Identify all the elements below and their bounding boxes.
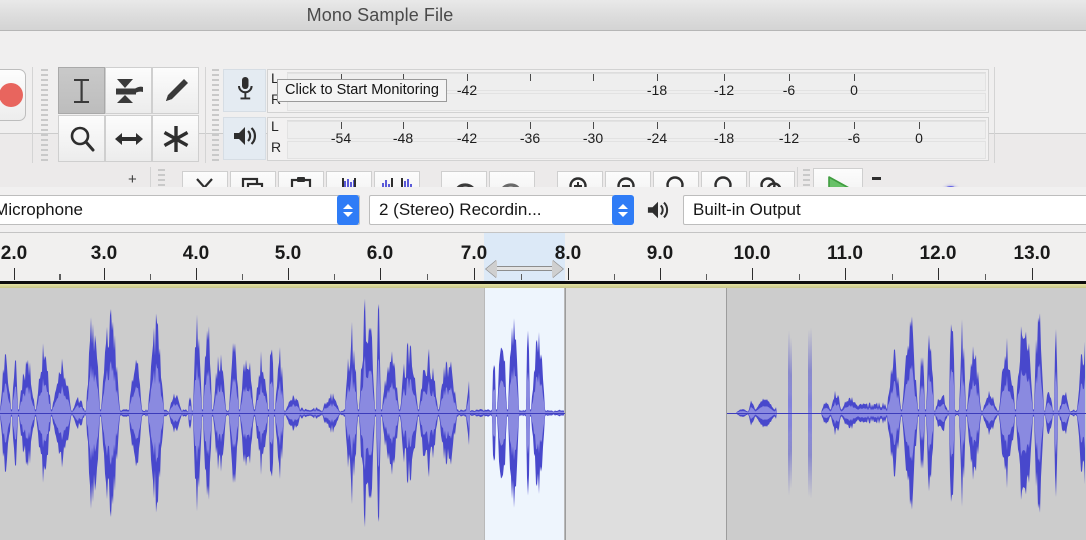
play-meter-right-bar — [287, 141, 986, 159]
monitor-hint-label[interactable]: Click to Start Monitoring — [277, 79, 447, 102]
play-meter-bars — [287, 120, 986, 158]
magnifier-icon — [67, 124, 97, 154]
timeline-major-tick — [196, 268, 197, 280]
chevron-down-icon — [618, 212, 628, 217]
timeline-minor-tick — [706, 274, 707, 280]
timeline-label: 12.0 — [920, 243, 957, 265]
timeline-label: 7.0 — [461, 243, 487, 265]
playback-device-combo[interactable]: Built-in Output — [683, 195, 1086, 225]
tools-toolbar — [58, 67, 200, 163]
playback-meter[interactable]: L R -54-48-42-36-30-24-18-12-60 — [267, 117, 989, 161]
timeline-label: 5.0 — [275, 243, 301, 265]
zoom-tool-button[interactable] — [58, 115, 105, 162]
timeline-major-tick — [660, 268, 661, 280]
timeline-label: 10.0 — [734, 243, 771, 265]
draw-tool-button[interactable] — [152, 67, 199, 114]
window-title: Mono Sample File — [0, 0, 760, 30]
chevron-down-icon — [343, 212, 353, 217]
play-meter-left-label: L — [271, 118, 279, 134]
left-right-arrow-icon — [113, 127, 145, 151]
timeline-major-tick — [474, 268, 475, 280]
timeline-minor-tick — [799, 274, 800, 280]
i-beam-icon — [69, 76, 95, 106]
timeline-label: 13.0 — [1014, 243, 1051, 265]
timeline-label: 9.0 — [647, 243, 673, 265]
asterisk-icon — [161, 124, 191, 154]
waveform-zero-line-left — [0, 413, 565, 414]
timeline-minor-tick — [892, 274, 893, 280]
timeline-minor-tick — [614, 274, 615, 280]
play-meter-channel-labels: L R — [271, 118, 285, 162]
timeline-minor-tick — [334, 274, 335, 280]
timeline-minor-tick — [150, 274, 151, 280]
timeline-major-tick — [14, 268, 15, 280]
timeline-ruler[interactable]: 2.0 3.0 4.0 5.0 6.0 7.0 8.0 9.0 10.0 11.0 12.0 13.0 — [0, 233, 1086, 288]
play-meter-left-bar — [287, 121, 986, 139]
timeline-label: 6.0 — [367, 243, 393, 265]
timeline-minor-tick — [242, 274, 243, 280]
play-meter-right-label: R — [271, 139, 281, 155]
dock-divider-1 — [32, 67, 33, 163]
timeline-major-tick — [845, 268, 846, 280]
recording-device-value: n Microphone — [0, 200, 83, 220]
playback-device-speaker-icon — [646, 199, 670, 221]
envelope-icon — [113, 76, 145, 106]
timeline-minor-tick — [427, 274, 428, 280]
waveform-zero-line-right — [727, 413, 1086, 414]
pencil-icon — [161, 76, 191, 106]
recording-channels-stepper[interactable] — [612, 195, 634, 225]
timeline-selection-band — [484, 233, 565, 285]
timeline-label: 8.0 — [555, 243, 581, 265]
timeline-major-tick — [288, 268, 289, 280]
toolbar-dock: L R -54-48-42-18-12-60 Click to Start Mo… — [0, 31, 1086, 134]
speed-minus-icon — [872, 177, 881, 180]
record-icon — [0, 83, 23, 107]
recording-channels-combo[interactable]: 2 (Stereo) Recordin... — [369, 195, 614, 225]
audacity-window: Mono Sample File — [0, 0, 1086, 540]
recording-device-combo[interactable]: n Microphone — [0, 195, 360, 225]
playback-device-value: Built-in Output — [684, 200, 801, 220]
time-shift-tool-button[interactable] — [105, 115, 152, 162]
tools-toolbar-grabber[interactable] — [40, 69, 49, 161]
chevron-up-icon — [343, 204, 353, 209]
timeline-minor-tick — [60, 274, 61, 280]
envelope-tool-button[interactable] — [105, 67, 152, 114]
selection-toolbar-plus: + — [128, 171, 137, 188]
timeline-label: 2.0 — [1, 243, 27, 265]
play-meter-button[interactable] — [223, 117, 266, 160]
chevron-up-icon — [618, 204, 628, 209]
recording-channels-value: 2 (Stereo) Recordin... — [370, 200, 542, 220]
device-toolbar: n Microphone 2 (Stereo) Recordin... Buil… — [0, 187, 1086, 233]
waveform-display[interactable] — [0, 288, 1086, 540]
dock-divider-3 — [994, 67, 995, 163]
timeline-label: 11.0 — [827, 243, 863, 265]
timeline-major-tick — [380, 268, 381, 280]
timeline-minor-tick — [521, 274, 522, 280]
multi-tool-button[interactable] — [152, 115, 199, 162]
recording-device-stepper[interactable] — [337, 195, 359, 225]
record-button[interactable] — [0, 69, 26, 121]
timeline-major-tick — [1032, 268, 1033, 280]
timeline-major-tick — [938, 268, 939, 280]
speaker-icon — [232, 124, 258, 153]
dock-divider-2 — [205, 67, 206, 163]
track-panel[interactable] — [0, 288, 1086, 540]
selection-tool-button[interactable] — [58, 67, 105, 114]
timeline-label: 4.0 — [183, 243, 209, 265]
microphone-icon — [235, 75, 255, 106]
timeline-major-tick — [104, 268, 105, 280]
timeline-major-tick — [752, 268, 753, 280]
timeline-label: 3.0 — [91, 243, 117, 265]
record-meter-button[interactable] — [223, 69, 266, 112]
meter-toolbar-grabber[interactable] — [211, 69, 220, 161]
timeline-major-tick — [568, 268, 569, 280]
timeline-minor-tick — [985, 274, 986, 280]
title-bar: Mono Sample File — [0, 0, 1086, 31]
